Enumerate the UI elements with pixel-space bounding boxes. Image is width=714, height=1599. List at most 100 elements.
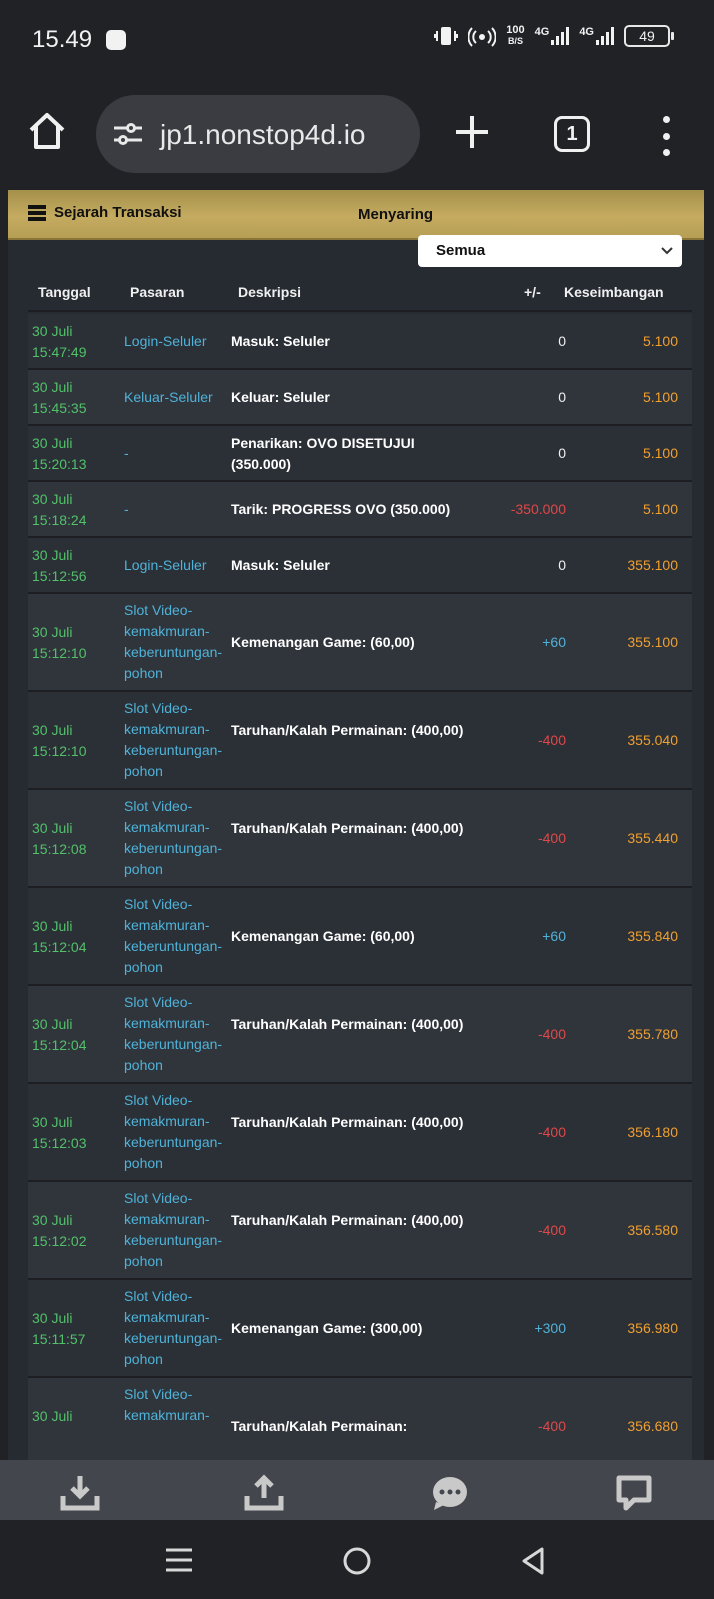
url-text[interactable]: jp1.nonstop4d.io [160,119,366,151]
row-amount: +60 [542,634,566,650]
row-balance: 355.840 [627,928,678,944]
row-datetime: 30 Juli 15:47:49 [32,321,122,363]
hotspot-icon [468,27,497,47]
row-datetime: 30 Juli 15:12:10 [32,720,122,762]
network-type-2: 4G [579,26,594,38]
row-amount: +300 [534,1320,566,1336]
vibrate-icon [434,27,459,45]
row-balance: 5.100 [642,333,678,349]
row-datetime: 30 Juli 15:20:13 [32,433,122,475]
address-bar[interactable]: jp1.nonstop4d.io [96,95,420,173]
site-settings-icon[interactable] [112,121,144,147]
download-icon[interactable] [60,1474,100,1512]
row-datetime: 30 Juli 15:45:35 [32,377,122,419]
row-market[interactable]: Login-Seluler [124,555,232,576]
home-icon[interactable] [26,110,68,152]
row-date: 30 Juli [32,491,73,507]
row-time: 15:12:02 [32,1233,87,1249]
new-tab-icon[interactable] [452,112,492,152]
row-balance: 5.100 [642,389,678,405]
row-balance: 5.100 [642,445,678,461]
tab-count: 1 [566,122,578,145]
row-amount: -400 [537,732,566,748]
panel-title-text: Sejarah Transaksi [54,204,182,221]
chat-icon[interactable] [430,1474,470,1512]
row-description: Masuk: Seluler [231,557,330,573]
row-market[interactable]: Slot Video-kemakmuran-keberuntungan-poho… [124,992,232,1076]
row-description: Taruhan/Kalah Permainan: [231,1418,408,1434]
row-amount: 0 [558,333,566,349]
row-market[interactable]: Slot Video-kemakmuran-keberuntungan-poho… [124,796,232,880]
home-nav-icon[interactable] [342,1546,372,1576]
table-row: 30 Juli 15:12:10 Slot Video-kemakmuran-keb… [28,692,692,790]
battery-icon: 49 [624,25,674,47]
list-icon [28,204,46,221]
status-time: 15.49 [32,26,93,53]
row-amount: -350.000 [510,501,566,517]
row-amount: 0 [558,389,566,405]
row-description: Kemenangan Game: (60,00) [231,928,415,944]
row-market[interactable]: Slot Video-kemakmuran-keberuntungan-poho… [124,698,232,782]
recent-apps-icon[interactable] [164,1546,194,1574]
row-datetime: 30 Juli 15:12:10 [32,622,122,664]
row-description: Taruhan/Kalah Permainan: (400,00) [231,1212,464,1228]
row-market[interactable]: Slot Video-kemakmuran-keberuntungan-poho… [124,1188,232,1272]
row-description: Kemenangan Game: (300,00) [231,1320,423,1336]
overflow-menu-icon[interactable] [656,116,676,156]
table-row: 30 Juli 15:11:57 Slot Video-kemakmuran-keb… [28,1280,692,1378]
battery-level: 49 [639,28,655,44]
row-market[interactable]: - [124,499,232,520]
header-description: Deskripsi [238,284,302,300]
back-icon[interactable] [520,1546,546,1576]
row-time: 15:12:08 [32,841,87,857]
row-time: 15:47:49 [32,344,87,360]
row-time: 15:20:13 [32,456,87,472]
row-description: Penarikan: OVO DISETUJUI (350.000) [231,435,415,472]
filter-select-value: Semua [436,242,486,259]
row-market[interactable]: Slot Video-kemakmuran-keberuntungan-poho… [124,894,232,978]
row-market[interactable]: Slot Video-kemakmuran-keberuntungan-poho… [124,600,232,684]
table-row: 30 Juli 15:12:03 Slot Video-kemakmuran-keb… [28,1084,692,1182]
row-description: Taruhan/Kalah Permainan: (400,00) [231,1114,464,1130]
row-market[interactable]: Slot Video-kemakmuran- [124,1384,232,1426]
row-market[interactable]: - [124,443,232,464]
row-datetime: 30 Juli 15:12:04 [32,916,122,958]
table-row: 30 Juli 15:12:56 Login-Seluler Masuk: Selul… [28,538,692,594]
row-date: 30 Juli [32,547,73,563]
header-market: Pasaran [130,284,185,300]
row-time: 15:12:56 [32,568,87,584]
upload-icon[interactable] [244,1474,284,1512]
row-date: 30 Juli [32,1016,73,1032]
table-row: 30 Juli 15:12:02 Slot Video-kemakmuran-keb… [28,1182,692,1280]
table-row: 30 Juli 15:45:35 Keluar-Seluler Keluar: Sel… [28,370,692,426]
row-datetime: 30 Juli 15:11:57 [32,1308,122,1350]
row-market[interactable]: Login-Seluler [124,331,232,352]
table-row: 30 Juli 15:12:04 Slot Video-kemakmuran-keb… [28,888,692,986]
row-description: Tarik: PROGRESS OVO (350.000) [231,501,451,517]
row-datetime: 30 Juli 15:12:56 [32,545,122,587]
transaction-history-panel: Sejarah Transaksi Menyaring Semua Tangga… [8,190,704,1460]
tab-switcher-button[interactable]: 1 [554,116,590,152]
row-description: Kemenangan Game: (60,00) [231,634,415,650]
table-row: 30 Juli Slot Video-kemakmuran- Taruhan/Kal… [28,1378,692,1460]
row-date: 30 Juli [32,1310,73,1326]
message-icon[interactable] [614,1474,654,1512]
table-row: 30 Juli 15:20:13 - Penarikan: OVO DISETUJUI… [28,426,692,482]
row-time: 15:18:24 [32,512,87,528]
row-market[interactable]: Slot Video-kemakmuran-keberuntungan-poho… [124,1286,232,1370]
row-date: 30 Juli [32,722,73,738]
network-type-1: 4G [534,26,550,38]
net-speed-unit: B/S [507,36,523,46]
row-date: 30 Juli [32,624,73,640]
panel-header: Sejarah Transaksi Menyaring [8,190,704,240]
row-market[interactable]: Slot Video-kemakmuran-keberuntungan-poho… [124,1090,232,1174]
row-amount: -400 [537,1026,566,1042]
row-description: Taruhan/Kalah Permainan: (400,00) [231,1016,464,1032]
status-indicators: 100 B/S 4G 4G 49 [434,24,674,48]
filter-label: Menyaring [358,206,434,223]
header-date: Tanggal [38,284,91,300]
row-balance: 356.580 [627,1222,678,1238]
row-market[interactable]: Keluar-Seluler [124,387,232,408]
row-datetime: 30 Juli 15:12:02 [32,1210,122,1252]
filter-select[interactable]: Semua [418,235,682,267]
